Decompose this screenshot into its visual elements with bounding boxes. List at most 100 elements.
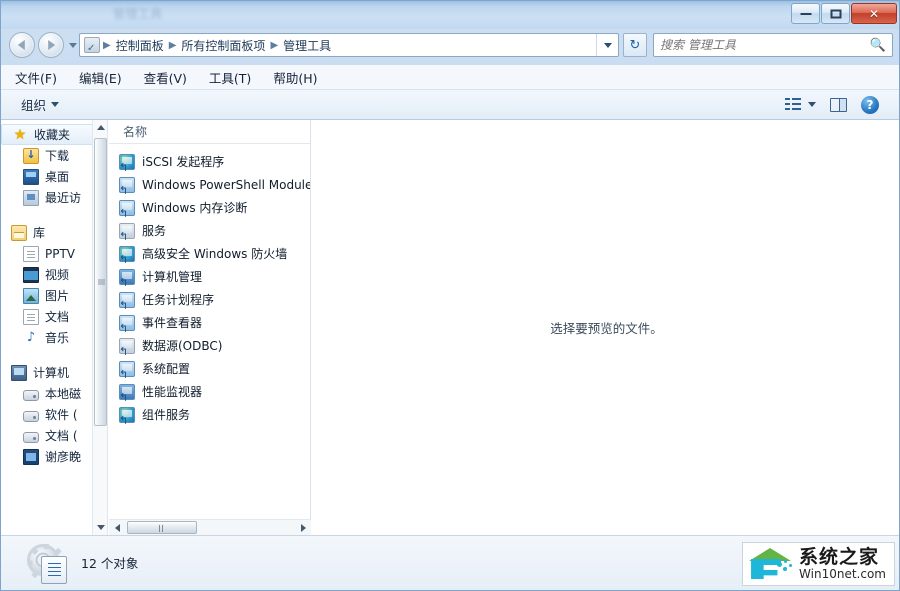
file-list: iSCSI 发起程序 Windows PowerShell Module Win… [109,144,310,426]
shortcut-globe-icon [119,406,135,426]
address-dropdown-icon[interactable] [596,34,618,56]
list-item[interactable]: 组件服务 [109,403,310,426]
column-header-name[interactable]: 名称 [109,120,310,144]
shortcut-globe-icon [119,245,135,265]
sidebar-label: 视频 [45,268,70,282]
control-panel-icon [84,37,100,54]
list-item[interactable]: 系统配置 [109,357,310,380]
sidebar-label: 下载 [45,149,70,163]
list-item[interactable]: 事件查看器 [109,311,310,334]
scroll-right-button[interactable] [295,520,311,536]
preview-empty-message: 选择要预览的文件。 [550,321,663,336]
sidebar-label: 收藏夹 [34,128,71,142]
documents-icon [23,308,39,325]
breadcrumb-separator: ▶ [103,39,111,51]
sidebar-label: 文档 [45,310,70,324]
file-list-pane: 名称 iSCSI 发起程序 Windows PowerShell Module … [109,120,311,535]
watermark-logo-icon [747,547,793,581]
list-item[interactable]: Windows 内存诊断 [109,196,310,219]
preview-pane-icon[interactable] [830,97,847,112]
maximize-button[interactable] [821,3,850,24]
navigation-pane: ★ 收藏夹 下载 桌面 最近访 库 [1,120,108,535]
sidebar-item-favorites[interactable]: ★ 收藏夹 [1,124,101,145]
video-icon [23,266,39,283]
refresh-button[interactable]: ↻ [623,33,647,57]
history-dropdown-icon[interactable] [69,42,77,48]
menu-item-help[interactable]: 帮助(H) [273,68,317,87]
back-button[interactable] [9,32,35,58]
list-item[interactable]: 性能监视器 [109,380,310,403]
folder-icon [23,245,39,262]
address-row: ▶ 控制面板 ▶ 所有控制面板项 ▶ 管理工具 ↻ 🔍 [1,29,899,63]
search-box[interactable]: 🔍 [653,33,893,57]
view-options-button[interactable] [785,97,816,112]
shortcut-grey-icon [119,222,135,242]
file-name: 服务 [142,224,167,238]
menu-item-view[interactable]: 查看(V) [144,68,187,87]
navigation-pane-scrollbar[interactable] [92,120,107,535]
refresh-icon: ↻ [629,37,641,53]
list-item[interactable]: iSCSI 发起程序 [109,150,310,173]
list-item[interactable]: 高级安全 Windows 防火墙 [109,242,310,265]
scroll-down-button[interactable] [93,520,107,535]
network-drive-icon [23,448,39,465]
list-item[interactable]: 任务计划程序 [109,288,310,311]
list-item[interactable]: 服务 [109,219,310,242]
toolbar-right-group: ? [785,95,893,114]
watermark-text: 系统之家 Win10net.com [799,547,886,581]
shortcut-deep-icon [119,383,135,403]
title-bar[interactable]: 管理工具 ✕ [1,1,899,29]
help-icon[interactable]: ? [861,95,879,114]
search-icon[interactable]: 🔍 [870,38,886,53]
breadcrumb-item-all-items[interactable]: 所有控制面板项 [177,35,269,56]
scroll-left-button[interactable] [109,520,125,536]
menu-item-file[interactable]: 文件(F) [15,68,57,87]
file-name: 数据源(ODBC) [142,339,223,353]
pictures-icon [23,287,39,304]
shortcut-icon [119,199,135,219]
explorer-window: 管理工具 ✕ ▶ 控制面板 ▶ 所有控制面板项 ▶ 管理工具 [0,0,900,591]
list-item[interactable]: 计算机管理 [109,265,310,288]
address-bar[interactable]: ▶ 控制面板 ▶ 所有控制面板项 ▶ 管理工具 [79,33,619,57]
recent-places-icon [23,189,39,206]
main-area: ★ 收藏夹 下载 桌面 最近访 库 [1,120,899,535]
scrollbar-thumb[interactable] [94,138,107,426]
organize-label: 组织 [21,98,47,113]
file-list-horizontal-scrollbar[interactable] [109,519,311,535]
scrollbar-thumb[interactable] [127,521,197,534]
breadcrumb-item-admin-tools[interactable]: 管理工具 [279,35,335,56]
shortcut-deep-icon [119,268,135,288]
chevron-down-icon [808,102,816,107]
organize-button[interactable]: 组织 [21,95,60,114]
menu-item-tools[interactable]: 工具(T) [209,68,251,87]
file-name: 性能监视器 [142,385,203,399]
sidebar-label: 谢彦睌 [45,450,82,464]
minimize-button[interactable] [791,3,820,24]
forward-button[interactable] [38,32,64,58]
file-name: 计算机管理 [142,270,203,284]
close-icon: ✕ [868,6,880,21]
status-bar: 12 个对象 系统之家 Win10net.com [1,535,899,590]
breadcrumb-separator: ▶ [168,39,177,51]
chevron-down-icon [51,102,60,107]
drive-icon [23,410,39,422]
scroll-up-button[interactable] [93,120,107,135]
navigation-buttons [9,32,77,58]
window-controls: ✕ [791,3,897,24]
chevron-left-icon [114,524,120,532]
document-icon [41,556,67,584]
close-button[interactable]: ✕ [851,3,897,24]
download-folder-icon [23,147,39,164]
drive-icon [23,431,39,443]
list-item[interactable]: 数据源(ODBC) [109,334,310,357]
shortcut-grey-icon [119,337,135,357]
menu-item-edit[interactable]: 编辑(E) [79,68,122,87]
breadcrumb-item-control-panel[interactable]: 控制面板 [112,35,168,56]
search-input[interactable] [660,38,870,52]
sidebar-label: 计算机 [33,366,70,380]
shortcut-icon [119,360,135,380]
file-name: 事件查看器 [142,316,203,330]
list-item[interactable]: Windows PowerShell Module [109,173,310,196]
shortcut-icon [119,291,135,311]
library-icon [11,224,27,241]
